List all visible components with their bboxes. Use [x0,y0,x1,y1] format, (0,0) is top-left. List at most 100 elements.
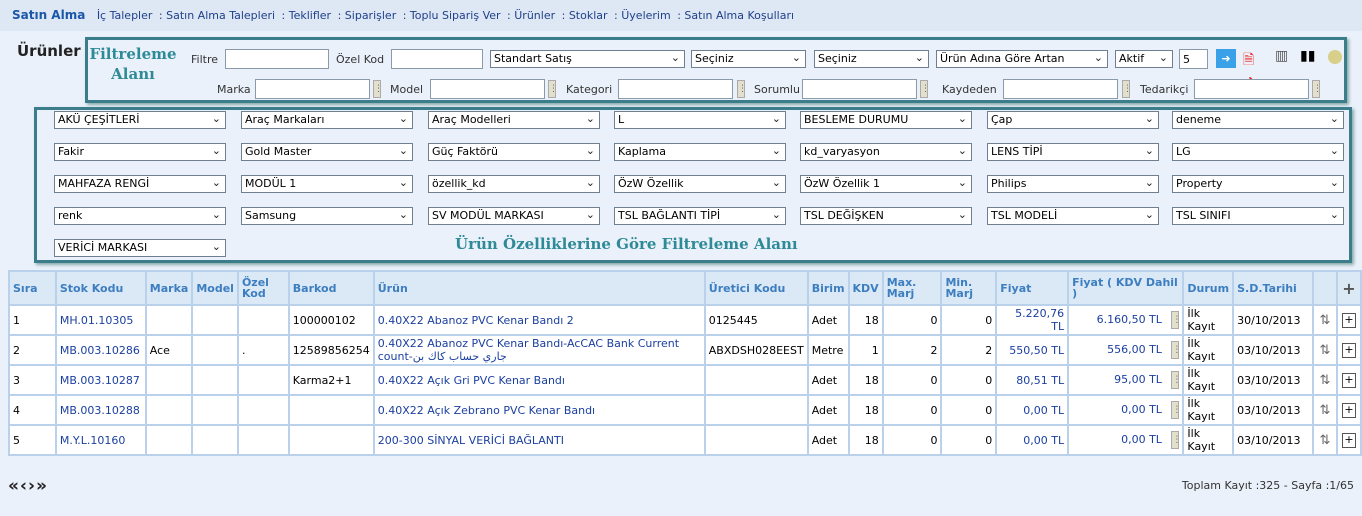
nav-item[interactable]: Üyelerim [621,9,670,22]
attribute-select[interactable]: MAHFAZA RENGİ ⌄ [54,175,226,193]
attribute-select[interactable]: özellik_kd ⌄ [428,175,600,193]
marka-picker-icon[interactable]: ⋮ [373,80,383,98]
table-cell[interactable]: 0.40X22 Abanoz PVC Kenar Bandı-AcCAC Ban… [372,334,706,366]
tedarikci-input[interactable] [1194,79,1309,99]
transfer-icon[interactable]: ⇅ [1320,433,1331,448]
attribute-select[interactable]: VERİCİ MARKASI ⌄ [54,239,226,257]
nav-item[interactable]: Toplu Sipariş Ver [410,9,501,22]
tedarikci-picker-icon[interactable]: ⋮ [1312,80,1322,98]
table-cell: 1 [847,334,884,366]
attribute-select[interactable]: Çap ⌄ [987,111,1159,129]
attribute-select-value: SV MODÜL MARKASI [432,209,544,222]
attribute-select[interactable]: Kaplama ⌄ [614,143,786,161]
select-3[interactable]: Seçiniz ⌄ [814,50,929,68]
add-document-icon[interactable]: + [1341,342,1356,358]
table-cell[interactable]: M.Y.L.10160 [54,424,147,456]
attribute-select[interactable]: Fakir ⌄ [54,143,226,161]
attribute-select[interactable]: kd_varyasyon ⌄ [800,143,972,161]
add-document-icon[interactable]: + [1341,372,1356,388]
sorumlu-picker-icon[interactable]: ⋮ [920,80,930,98]
transfer-icon[interactable]: ⇅ [1320,313,1331,328]
select-2[interactable]: Seçiniz ⌄ [691,50,806,68]
column-header: Min. Marj [940,270,998,306]
attribute-select[interactable]: LENS TİPİ ⌄ [987,143,1159,161]
attribute-select[interactable]: Araç Markaları ⌄ [241,111,413,129]
attribute-select[interactable]: Güç Faktörü ⌄ [428,143,600,161]
kategori-input[interactable] [618,79,733,99]
table-cell[interactable]: MB.003.10287 [54,364,147,396]
sorumlu-input[interactable] [802,79,917,99]
attribute-select[interactable]: MODÜL 1 ⌄ [241,175,413,193]
attribute-select[interactable]: Philips ⌄ [987,175,1159,193]
nav-item[interactable]: Teklifler [289,9,331,22]
nav-item[interactable]: Satın Alma Koşulları [684,9,794,22]
table-cell: İlk Kayıt [1182,334,1235,366]
add-document-icon[interactable]: + [1341,312,1356,328]
kaydeden-picker-icon[interactable]: ⋮ [1122,80,1132,98]
table-cell [236,394,290,426]
page-size-input[interactable] [1179,49,1208,69]
marka-input[interactable] [255,79,370,99]
attribute-select[interactable]: TSL BAĞLANTI TİPİ ⌄ [614,207,786,225]
transfer-icon[interactable]: ⇅ [1320,403,1331,418]
attribute-select[interactable]: Gold Master ⌄ [241,143,413,161]
attribute-select[interactable]: TSL DEĞİŞKEN ⌄ [800,207,972,225]
attribute-select[interactable]: renk ⌄ [54,207,226,225]
table-cell[interactable]: 0.40X22 Açık Gri PVC Kenar Bandı [372,364,706,396]
attribute-select[interactable]: SV MODÜL MARKASI ⌄ [428,207,600,225]
nav-item[interactable]: Ürünler [514,9,555,22]
model-picker-icon[interactable]: ⋮ [548,80,558,98]
nav-brand[interactable]: Satın Alma [12,8,85,22]
transfer-icon[interactable]: ⇅ [1320,343,1331,358]
attribute-select[interactable]: AKÜ ÇEŞİTLERİ ⌄ [54,111,226,129]
attribute-select[interactable]: TSL SINIFI ⌄ [1172,207,1344,225]
sort-select[interactable]: Ürün Adına Göre Artan ⌄ [936,50,1108,68]
nav-item[interactable]: Stoklar [569,9,608,22]
table-cell[interactable]: 0.40X22 Açık Zebrano PVC Kenar Bandı [372,394,706,426]
attribute-select[interactable]: L ⌄ [614,111,786,129]
table-cell [191,424,239,456]
price-options-icon[interactable]: ⋮ [1171,371,1181,389]
price-options-icon[interactable]: ⋮ [1171,311,1181,329]
price-options-icon[interactable]: ⋮ [1171,401,1181,419]
price-options-icon[interactable]: ⋮ [1171,431,1181,449]
go-arrow-icon[interactable]: ➜ [1216,49,1236,68]
ozel-kod-input[interactable] [391,49,483,69]
attribute-select[interactable]: ÖzW Özellik ⌄ [614,175,786,193]
table-cell[interactable]: MH.01.10305 [54,304,147,336]
sales-type-select[interactable]: Standart Satış ⌄ [490,50,685,68]
attribute-select[interactable]: BESLEME DURUMU ⌄ [800,111,972,129]
transfer-icon[interactable]: ⇅ [1320,373,1331,388]
attribute-select[interactable]: Araç Modelleri ⌄ [428,111,600,129]
add-document-icon[interactable]: + [1341,402,1356,418]
table-cell[interactable]: 200-300 SİNYAL VERİCİ BAĞLANTI [372,424,706,456]
attribute-select[interactable]: deneme ⌄ [1172,111,1344,129]
table-cell[interactable]: MB.003.10288 [54,394,147,426]
attribute-select[interactable]: ÖzW Özellik 1 ⌄ [800,175,972,193]
table-cell: 18 [847,304,884,336]
nav-item[interactable]: Satın Alma Talepleri [166,9,275,22]
attribute-select[interactable]: Property ⌄ [1172,175,1344,193]
nav-separator: : [155,9,167,22]
column-header[interactable]: + [1335,270,1362,306]
barcode-icon[interactable]: ▮▮ [1300,48,1320,68]
column-header [1312,270,1338,306]
filtre-input[interactable] [225,49,329,69]
kaydeden-input[interactable] [1003,79,1118,99]
nav-item[interactable]: İç Talepler [97,9,153,22]
attribute-select[interactable]: Samsung ⌄ [241,207,413,225]
model-input[interactable] [430,79,545,99]
barcode-print-icon[interactable]: ▥ [1275,48,1295,68]
nav-item[interactable]: Siparişler [345,9,396,22]
status-select[interactable]: Aktif ⌄ [1115,50,1173,68]
add-document-icon[interactable]: + [1341,432,1356,448]
export-icon[interactable]: 🗎➜ [1243,49,1265,89]
price-options-icon[interactable]: ⋮ [1171,341,1181,359]
table-cell[interactable]: MB.003.10286 [54,334,147,366]
attribute-select[interactable]: LG ⌄ [1172,143,1344,161]
table-cell[interactable]: 0.40X22 Abanoz PVC Kenar Bandı 2 [372,304,706,336]
kategori-picker-icon[interactable]: ⋮ [737,80,747,98]
attribute-select[interactable]: TSL MODELİ ⌄ [987,207,1159,225]
remove-icon[interactable] [1328,50,1342,64]
pager[interactable]: «‹›» [8,476,48,496]
